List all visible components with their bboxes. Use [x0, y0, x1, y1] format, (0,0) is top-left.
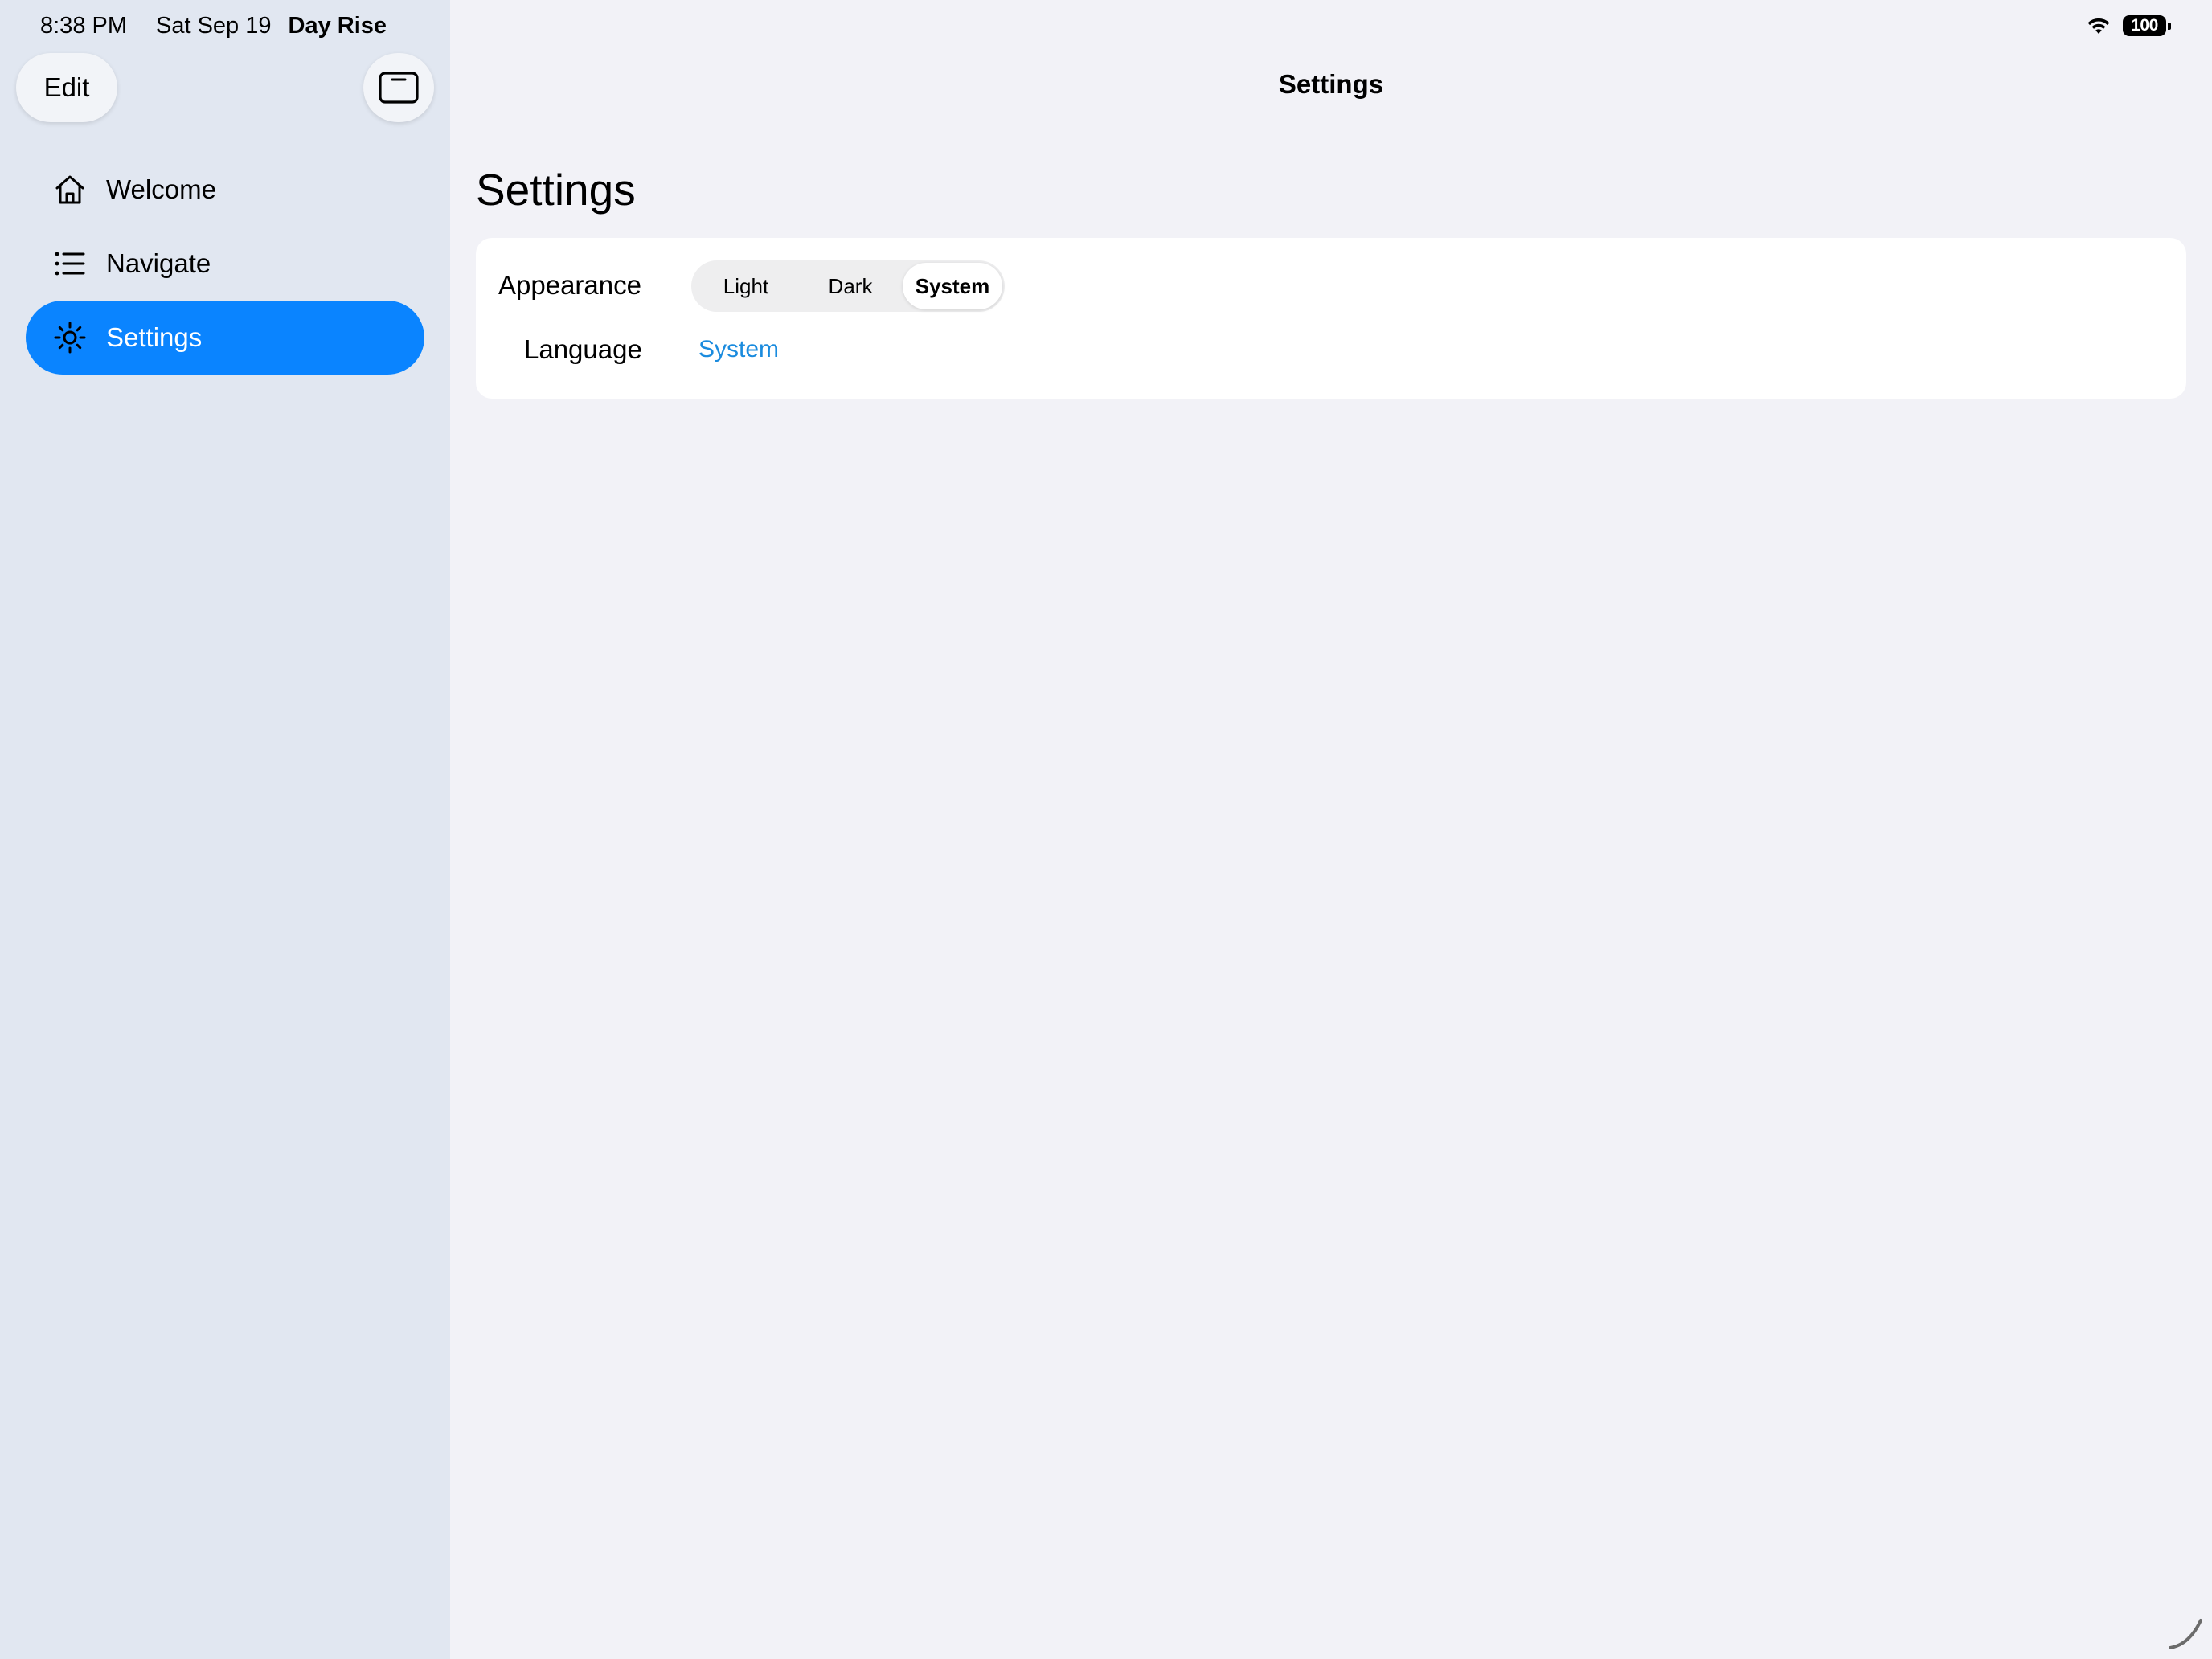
battery-tip: [2168, 22, 2171, 30]
resize-handle-icon[interactable]: [2165, 1612, 2206, 1653]
edit-button[interactable]: Edit: [16, 53, 117, 122]
list-icon: [53, 247, 87, 281]
sidebar-item-label: Settings: [106, 322, 203, 352]
language-picker[interactable]: System: [698, 336, 779, 363]
sidebar: Edit Welcome Navigate Settings: [0, 0, 450, 1659]
status-date: Sat Sep 19: [156, 12, 272, 39]
sidebar-nav-list: Welcome Navigate Settings: [26, 153, 424, 375]
sidebar-item-label: Welcome: [106, 174, 216, 204]
appearance-option-dark[interactable]: Dark: [798, 263, 903, 309]
appearance-segmented-control: Light Dark System: [691, 260, 1005, 312]
sidebar-item-welcome[interactable]: Welcome: [26, 153, 424, 227]
settings-card: Appearance Light Dark System Language Sy…: [476, 238, 2186, 399]
sidebar-toggle-icon: [379, 72, 419, 104]
house-icon: [53, 173, 87, 207]
appearance-option-light[interactable]: Light: [694, 263, 798, 309]
page-title: Settings: [476, 165, 636, 215]
language-label: Language: [524, 334, 642, 364]
status-bar-left: 8:38 PM Sat Sep 19 Day Rise: [40, 11, 387, 40]
sidebar-item-label: Navigate: [106, 248, 211, 278]
sun-icon: [53, 321, 87, 354]
sidebar-item-settings[interactable]: Settings: [26, 301, 424, 375]
battery-level: 100: [2123, 15, 2166, 36]
appearance-option-system[interactable]: System: [903, 263, 1002, 309]
status-bar-right: 100: [2086, 13, 2171, 39]
navigation-title: Settings: [1278, 69, 1384, 99]
appearance-label: Appearance: [498, 270, 641, 300]
battery-icon: 100: [2123, 15, 2171, 36]
status-app-name: Day Rise: [288, 12, 387, 39]
main-content: Settings Settings Appearance Light Dark …: [450, 0, 2212, 1659]
wifi-icon: [2087, 18, 2110, 34]
sidebar-item-navigate[interactable]: Navigate: [26, 227, 424, 301]
status-time: 8:38 PM: [40, 12, 127, 39]
sidebar-toggle-button[interactable]: [363, 53, 434, 122]
